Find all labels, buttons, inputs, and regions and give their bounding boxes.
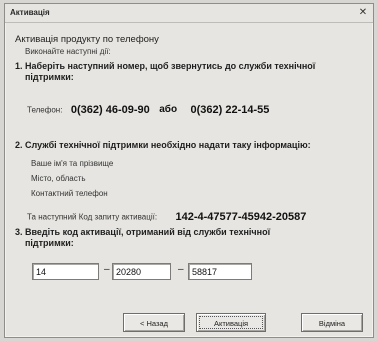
phone-number-secondary: 0(362) 22-14-55 <box>190 103 270 116</box>
title-bar: Активація ✕ <box>5 4 373 23</box>
step-3-line-2: підтримки: <box>25 238 74 248</box>
step-1-line-2: підтримки: <box>25 72 74 82</box>
phone-separator: або <box>159 104 178 116</box>
page-title: Активація продукту по телефону <box>15 34 159 45</box>
request-code-value: 142-4-47577-45942-20587 <box>175 210 307 223</box>
step-1-instruction: 1. Наберіть наступний номер, щоб звернут… <box>15 61 355 83</box>
step-1-line-1: 1. Наберіть наступний номер, щоб звернут… <box>15 61 316 71</box>
request-code-row: Та наступний Код запиту активації: 142-4… <box>27 208 306 226</box>
info-item-name: Ваше ім'я та прізвище <box>31 159 114 168</box>
activation-dialog: Активація ✕ Активація продукту по телефо… <box>4 3 374 338</box>
activation-code-field-2[interactable]: 20280 <box>112 263 171 280</box>
request-code-label: Та наступний Код запиту активації: <box>27 212 158 222</box>
code-separator-1: – <box>104 264 110 275</box>
dialog-buttons: < Назад Активація Відміна <box>5 313 373 335</box>
info-item-phone: Контактний телефон <box>31 189 108 198</box>
cancel-button[interactable]: Відміна <box>301 313 363 332</box>
activation-code-field-1[interactable]: 14 <box>32 263 99 280</box>
step-3-instruction: 3. Введіть код активації, отриманий від … <box>15 227 355 249</box>
window-title: Активація <box>10 8 50 17</box>
info-item-city: Місто, область <box>31 174 86 183</box>
phone-number-primary: 0(362) 46-09-90 <box>70 103 150 116</box>
step-3-line-1: 3. Введіть код активації, отриманий від … <box>15 227 271 237</box>
activate-button[interactable]: Активація <box>196 313 266 332</box>
instructions-subtitle: Виконайте наступні дії: <box>25 47 111 56</box>
dialog-content: Активація продукту по телефону Виконайте… <box>5 23 373 337</box>
activation-code-field-3[interactable]: 58817 <box>188 263 252 280</box>
required-info-list: Ваше ім'я та прізвище Місто, область Кон… <box>31 156 113 201</box>
back-button[interactable]: < Назад <box>123 313 185 332</box>
code-separator-2: – <box>178 264 184 275</box>
phone-label: Телефон: <box>27 105 63 115</box>
step-2-instruction: 2. Службі технічної підтримки необхідно … <box>15 140 311 150</box>
phone-numbers-row: Телефон: 0(362) 46-09-90 або 0(362) 22-1… <box>27 101 270 116</box>
close-icon[interactable]: ✕ <box>357 7 369 18</box>
